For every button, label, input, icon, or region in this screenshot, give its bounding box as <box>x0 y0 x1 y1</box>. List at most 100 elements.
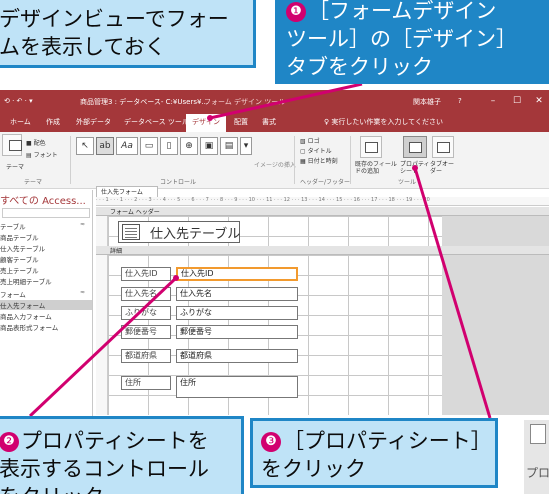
callout-line: ムを表示しておく <box>0 35 166 59</box>
form-title[interactable]: 仕入先テーブル <box>150 223 240 242</box>
tab-arrange[interactable]: 配置 <box>234 117 248 127</box>
field-label[interactable]: 仕入先ID <box>121 267 171 281</box>
image-icon: ▧ <box>300 138 308 145</box>
document-tab[interactable]: 仕入先フォーム <box>96 186 158 197</box>
more-controls-button[interactable]: ▾ <box>240 137 252 155</box>
textbox[interactable]: ふりがな <box>176 306 298 320</box>
callout-step3: ❸ ［プロパティシート］ をクリック <box>250 418 498 488</box>
tab-home[interactable]: ホーム <box>10 117 31 127</box>
label-control-button[interactable]: Aa <box>116 137 138 155</box>
help-icon[interactable]: ? <box>458 97 462 105</box>
font-icon: ▤ <box>26 152 34 159</box>
textbox[interactable]: 仕入先名 <box>176 287 298 301</box>
nav-pane-header[interactable]: すべての Access... <box>0 192 93 207</box>
step-badge: ❷ <box>0 432 19 452</box>
nav-group-forms[interactable]: フォーム <box>0 289 26 299</box>
field-label[interactable]: 郵便番号 <box>121 325 171 339</box>
tab-external-data[interactable]: 外部データ <box>76 117 111 127</box>
view-button[interactable] <box>2 134 22 156</box>
tab-format[interactable]: 書式 <box>262 117 276 127</box>
textbox[interactable]: 都道府県 <box>176 349 298 363</box>
insert-image-button[interactable]: イメージの挿入 <box>254 160 296 169</box>
vertical-ruler <box>96 216 108 246</box>
textbox[interactable]: 郵便番号 <box>176 325 298 339</box>
nav-item-form[interactable]: 商品表形式フォーム <box>0 322 58 332</box>
hyperlink-control-button[interactable]: ⊕ <box>180 137 198 155</box>
callout-line: ［フォームデザイン <box>308 0 497 23</box>
navigation-control-button[interactable]: ▤ <box>220 137 238 155</box>
add-existing-fields-button[interactable] <box>360 136 382 158</box>
nav-item-form-selected[interactable]: 仕入先フォーム <box>0 300 92 310</box>
fonts-button[interactable]: ▤ フォント <box>26 150 58 159</box>
property-sheet-icon <box>530 424 546 444</box>
colors-button[interactable]: ■ 配色 <box>26 138 46 147</box>
nav-item-table[interactable]: 顧客テーブル <box>0 254 39 264</box>
title-bar: ⟲ · ↶ · ▾ 商品管理3 : データベース- C:¥Users¥... フ… <box>0 90 549 112</box>
quick-access-icons[interactable]: ⟲ · ↶ · ▾ <box>4 97 33 105</box>
callout-step1: ❶ ［フォームデザイン ツール］の［デザイン］ タブをクリック <box>275 0 549 84</box>
form-logo-icon[interactable] <box>122 224 140 240</box>
detail-section-bar[interactable]: 詳細 <box>96 246 549 255</box>
callout-line: タブをクリック <box>286 55 433 79</box>
tab-order-button[interactable] <box>432 136 454 158</box>
callout-step2: ❷プロパティシートを 表示するコントロール をクリック <box>0 416 244 494</box>
tab-control-button[interactable]: ▯ <box>160 137 178 155</box>
restore-button[interactable]: ☐ <box>508 94 526 108</box>
nav-item-table[interactable]: 売上テーブル <box>0 265 39 275</box>
callout-line: をクリック <box>261 457 366 481</box>
step-badge: ❸ <box>261 432 281 452</box>
group-theme-label: テーマ <box>24 179 43 186</box>
property-sheet-preview-label: プロ <box>526 466 549 480</box>
field-label[interactable]: 都道府県 <box>121 349 171 363</box>
tab-database-tools[interactable]: データベース ツール <box>124 117 189 127</box>
tab-design[interactable]: デザイン <box>186 114 226 132</box>
nav-group-tables[interactable]: テーブル <box>0 221 26 231</box>
callout-show-design-view: デザインビューでフォー ムを表示しておく <box>0 0 256 68</box>
nav-item-table[interactable]: 売上明細テーブル <box>0 276 52 286</box>
window-title: 商品管理3 : データベース- C:¥Users¥... <box>80 98 209 106</box>
ribbon: テーマ ■ 配色 ▤ フォント テーマ ↖ ab Aa ▭ ▯ ⊕ ▣ ▤ ▾ … <box>0 132 549 189</box>
title-icon: ▢ <box>300 148 308 155</box>
datetime-button[interactable]: ▦ 日付と時刻 <box>300 156 338 165</box>
tell-me-box[interactable]: ♀ 実行したい作業を入力してください <box>324 117 443 127</box>
property-sheet-button[interactable] <box>403 136 427 158</box>
vertical-ruler <box>96 255 108 415</box>
logo-button[interactable]: ▧ ロゴ <box>300 136 320 145</box>
title-button[interactable]: ▢ タイトル <box>300 146 332 155</box>
chevron-up-icon[interactable]: ≈ <box>80 221 85 228</box>
ribbon-tabs: ホーム 作成 外部データ データベース ツール デザイン 配置 書式 ♀ 実行し… <box>0 112 549 132</box>
web-browser-control-button[interactable]: ▣ <box>200 137 218 155</box>
context-tool-label: フォーム デザイン ツール <box>204 98 286 106</box>
tab-order-label: タブオーダー <box>430 161 455 175</box>
theme-label: テーマ <box>6 164 25 171</box>
select-pointer-button[interactable]: ↖ <box>76 137 94 155</box>
horizontal-ruler: · · · 1 · · · 1 · · · 2 · · · 3 · · · 4 … <box>96 197 549 206</box>
step-badge: ❶ <box>286 2 306 22</box>
callout-line: ツール］の［デザイン］ <box>286 27 517 51</box>
button-control[interactable]: ▭ <box>140 137 158 155</box>
textbox-control-button[interactable]: ab <box>96 137 114 155</box>
user-name: 関本雄子 <box>413 98 441 106</box>
form-header-section-bar[interactable]: フォーム ヘッダー <box>96 207 549 216</box>
callout-line: 表示するコントロール <box>0 457 209 481</box>
tab-create[interactable]: 作成 <box>46 117 60 127</box>
field-label[interactable]: 仕入先名 <box>121 287 171 301</box>
group-separator <box>70 136 71 184</box>
field-label[interactable]: 住所 <box>121 376 171 390</box>
nav-search-input[interactable] <box>2 208 90 218</box>
textbox-selected[interactable]: 仕入先ID <box>176 267 298 281</box>
minimize-button[interactable]: – <box>484 94 502 108</box>
callout-line: をクリック <box>0 483 233 494</box>
detail-margin <box>442 255 549 415</box>
group-separator <box>294 136 295 184</box>
group-tools-label: ツール <box>398 179 417 186</box>
textbox[interactable]: 住所 <box>176 376 298 398</box>
nav-item-table[interactable]: 商品テーブル <box>0 232 39 242</box>
field-label[interactable]: ふりがな <box>121 306 171 320</box>
palette-icon: ■ <box>26 140 34 147</box>
chevron-up-icon[interactable]: ≈ <box>80 289 85 296</box>
nav-item-form[interactable]: 商品入力フォーム <box>0 311 52 321</box>
nav-item-table[interactable]: 仕入先テーブル <box>0 243 45 253</box>
calendar-icon: ▦ <box>300 158 308 165</box>
close-button[interactable]: ✕ <box>530 94 548 108</box>
